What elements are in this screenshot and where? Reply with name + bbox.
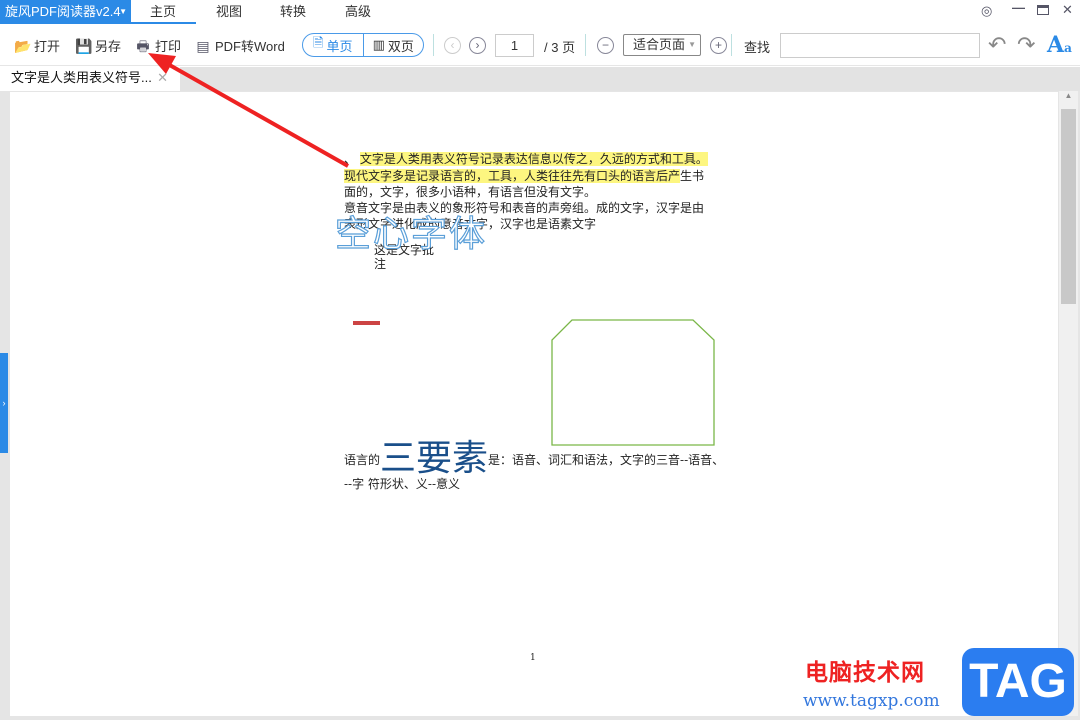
save-as-button[interactable]: 💾 另存 [75,36,121,55]
tab-bar: 文字是人类用表义符号... ✕ [0,67,1080,91]
hollow-font-text: 空心字体 [334,213,488,255]
menu-advanced[interactable]: 高级 [325,0,391,24]
zoom-select[interactable]: 适合页面 ▼ [623,34,701,56]
page-mode-toggle: 🗎 单页 ▥ 双页 [302,33,424,57]
print-label: 打印 [155,39,182,54]
chevron-down-icon: ▼ [688,40,696,49]
menu-home[interactable]: 主页 [130,0,196,24]
watermark-logo: TAG [962,648,1074,716]
scroll-up-icon[interactable]: ▲ [1059,91,1078,100]
open-label: 打开 [34,39,61,54]
undo-icon[interactable]: ↶ [988,32,1006,58]
divider [731,34,732,56]
doc-text-line: 、 文字是人类用表义符号记录表达信息以传之，久远的方式和工具。 [344,152,708,166]
watermark-site: 电脑技术网 [805,659,925,685]
close-tab-icon[interactable]: ✕ [157,67,168,89]
doc-text-line: 现代文字多是记录语言的，工具，人类往往先有口头的语言后产生书 [344,169,705,183]
prev-page-button[interactable]: ‹ [444,37,461,54]
menu-view[interactable]: 视图 [196,0,262,24]
big-text: 三要素 [380,438,489,479]
tab-title: 文字是人类用表义符号... [11,70,152,85]
menu-convert[interactable]: 转换 [260,0,326,24]
maximize-button[interactable] [1037,5,1049,15]
divider [585,34,586,56]
find-input[interactable] [780,33,980,58]
document-tab[interactable]: 文字是人类用表义符号... ✕ [0,67,180,91]
vertical-scrollbar[interactable]: ▲ [1059,91,1078,716]
strike-annotation [353,321,380,325]
word-icon: ▤ [196,37,210,54]
doc-text-line: 面的，文字，很多小语种，有语言但没有文字。 [344,185,597,199]
save-icon: 💾 [75,37,93,54]
page-total: / 3 页 [544,40,576,55]
doc-text-line: 语言的三要素是：语音、词汇和语法，文字的三音--语音、 [344,438,725,479]
save-as-label: 另存 [95,39,122,54]
single-page-label: 单页 [326,38,353,54]
zoom-in-button[interactable]: + [710,37,727,54]
print-button[interactable]: 🖶 打印 [135,36,181,55]
scrollbar-thumb[interactable] [1061,109,1076,304]
doc-text-line: --字 符形状、义--意义 [344,477,461,491]
next-page-button[interactable]: › [469,37,486,54]
polygon-shape[interactable] [549,318,719,448]
find-label: 查找 [744,40,771,55]
minimize-button[interactable]: — [1012,0,1025,15]
zoom-value: 适合页面 [633,37,686,52]
pdf-to-word-button[interactable]: ▤ PDF转Word [195,36,285,55]
open-button[interactable]: 📂 打开 [14,36,60,55]
close-button[interactable]: ✕ [1062,2,1073,18]
page-number-input[interactable]: 1 [495,34,534,57]
sidebar-expand-button[interactable]: › [0,353,8,453]
folder-icon: 📂 [14,37,32,54]
single-page-button[interactable]: 🗎 单页 [303,34,364,56]
single-page-icon: 🗎 [313,35,324,50]
title-bar: 旋风PDF阅读器v2.4 ▼ 主页 视图 转换 高级 ◎ — ✕ [0,0,1080,24]
dropdown-icon: ▼ [119,7,127,16]
app-title: 旋风PDF阅读器v2.4 [5,4,121,19]
redo-icon[interactable]: ↷ [1017,32,1035,58]
double-page-icon: ▥ [372,37,385,52]
toolbar: 📂 打开 💾 另存 🖶 打印 ▤ PDF转Word 🗎 单页 ▥ 双页 ‹ › 1 / 3 … [0,24,1080,66]
double-page-button[interactable]: ▥ 双页 [364,34,424,56]
font-size-icon[interactable]: Aa [1047,32,1072,58]
pdf-to-word-label: PDF转Word [215,39,285,54]
divider [433,34,434,56]
app-menu-button[interactable]: 旋风PDF阅读器v2.4 ▼ [0,0,131,24]
settings-icon[interactable]: ◎ [981,3,992,19]
double-page-label: 双页 [387,38,414,54]
printer-icon: 🖶 [136,37,150,54]
zoom-out-button[interactable]: − [597,37,614,54]
watermark-url: www.tagxp.com [803,691,940,711]
page-number: 1 [530,653,536,663]
